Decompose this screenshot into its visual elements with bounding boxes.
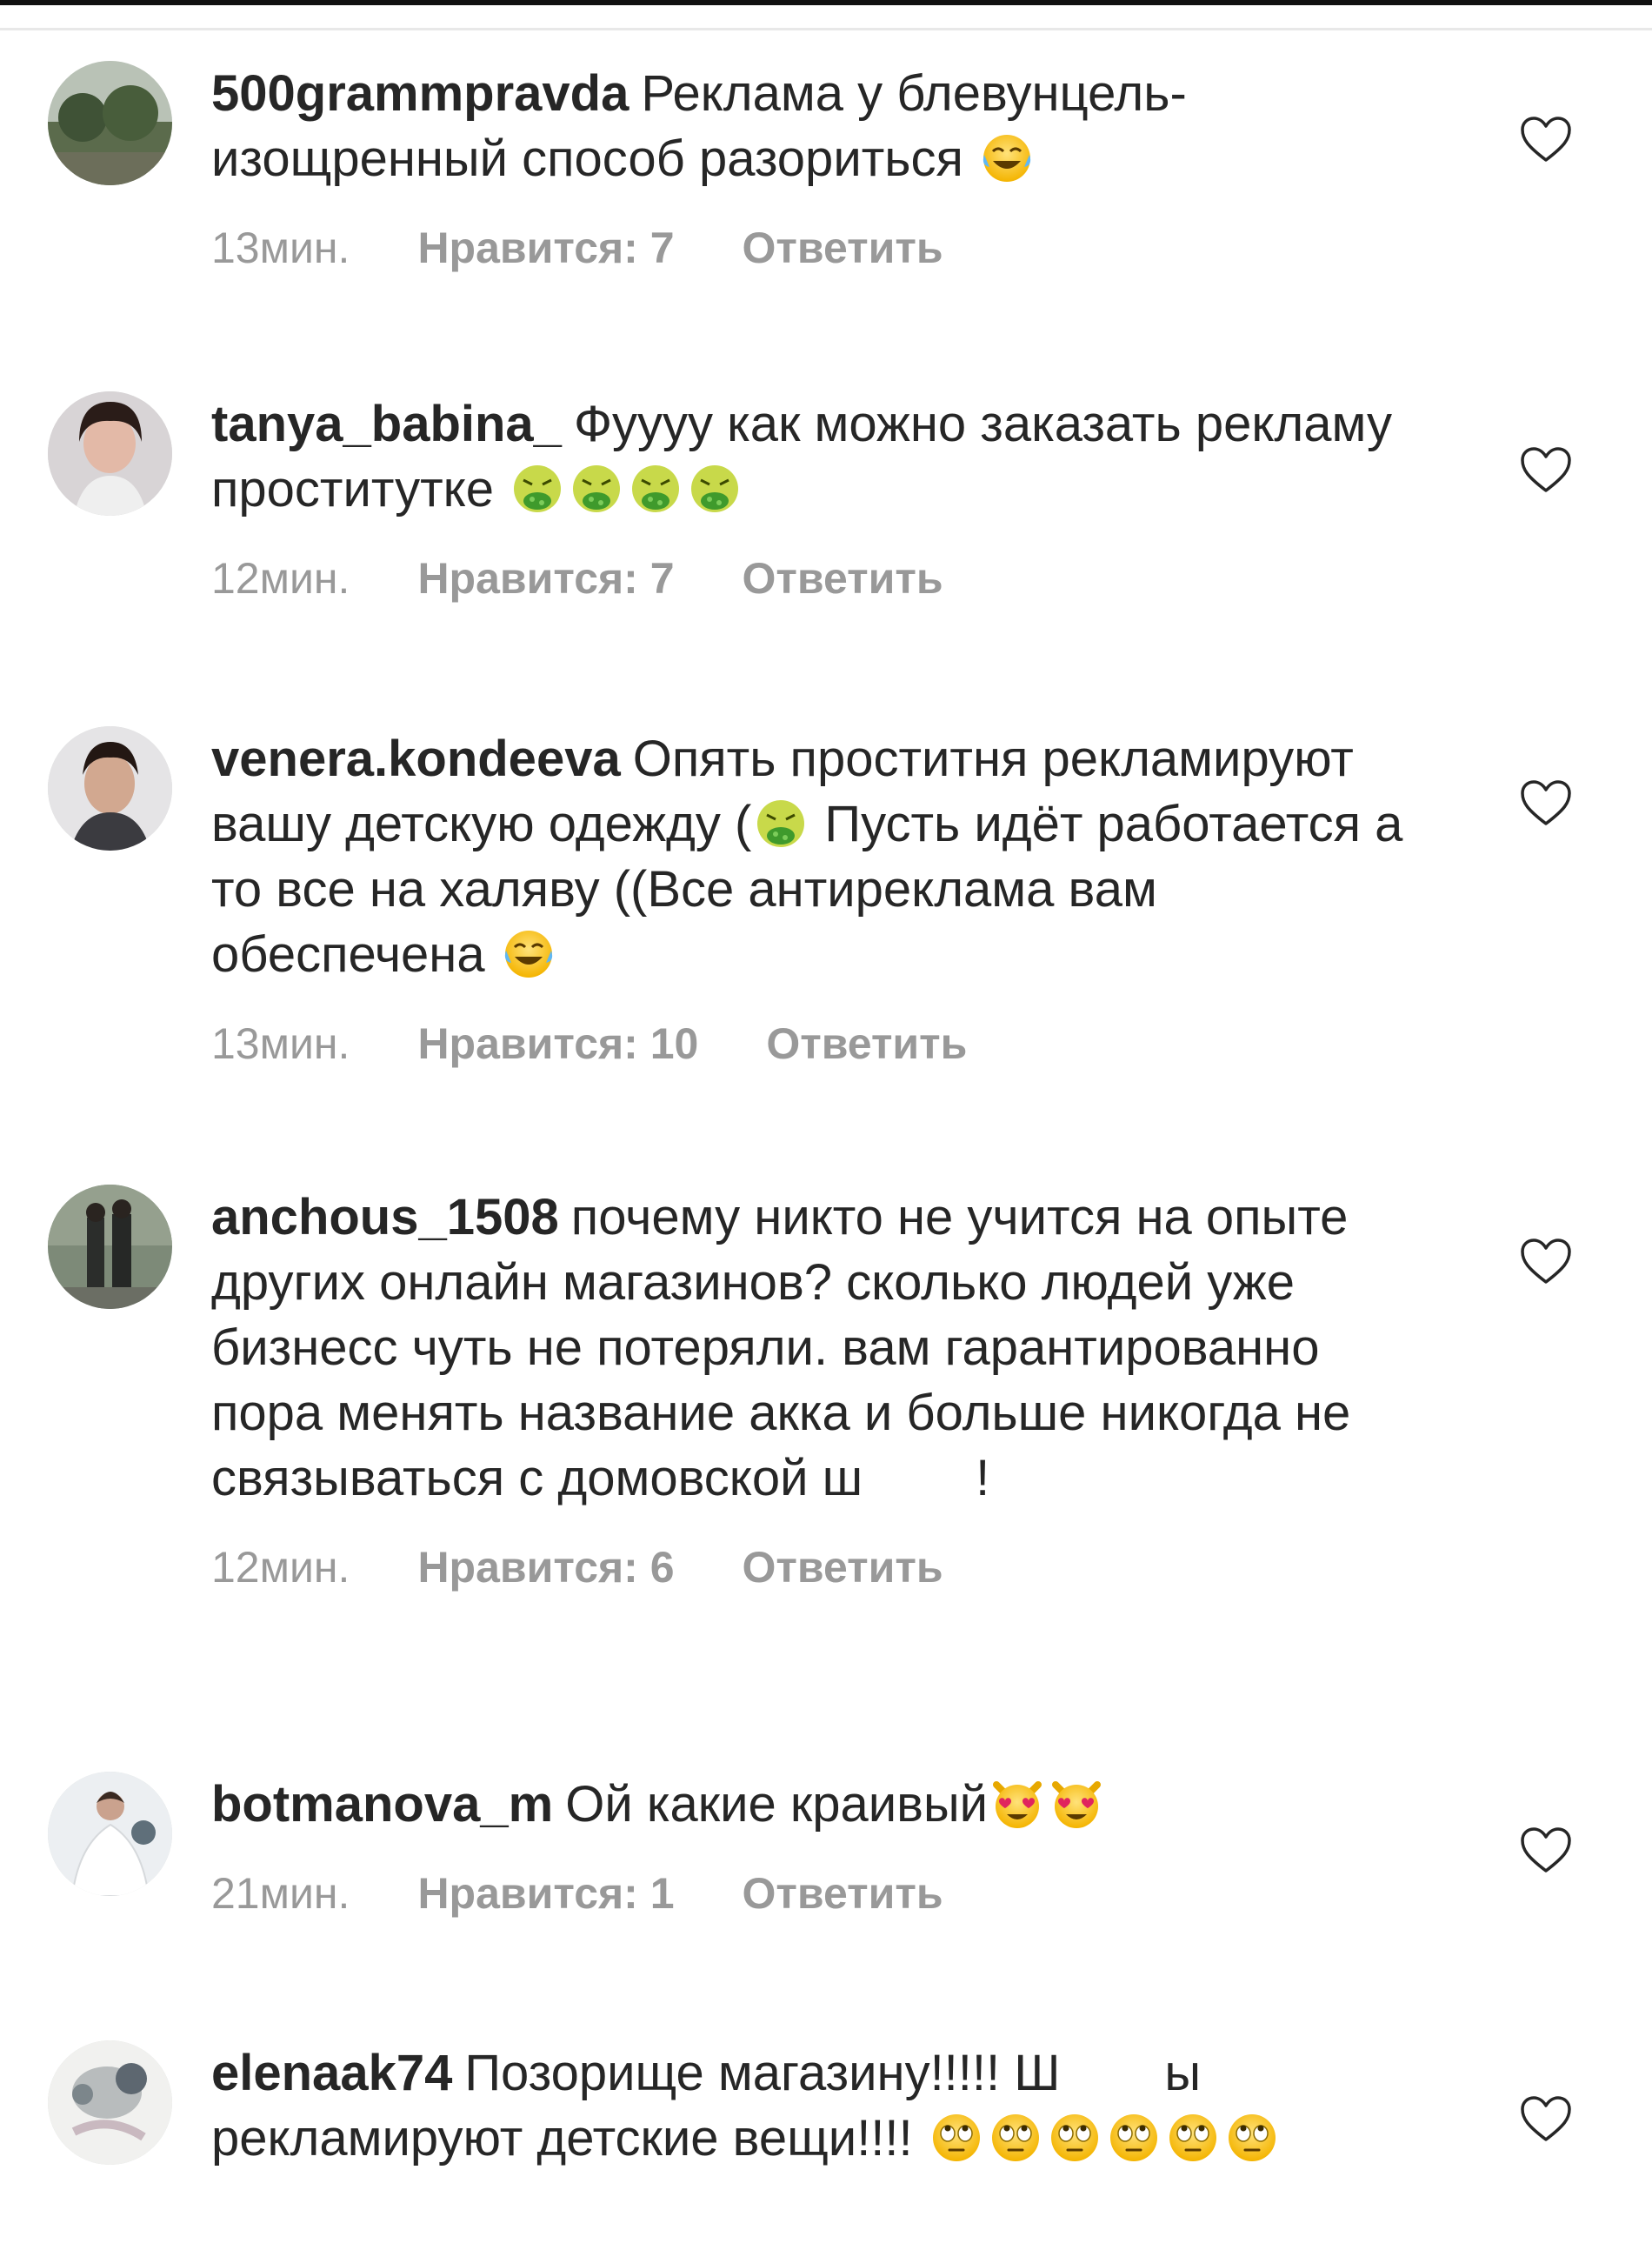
comment-text: elenaak74 Позорище магазину!!!!! Шы рекла… <box>211 2040 1420 2171</box>
comment-body: tanya_babina_ Фуууу как можно заказать ре… <box>211 391 1420 604</box>
likes-count[interactable]: Нравится: 1 <box>417 1869 674 1918</box>
comment-time: 13мин. <box>211 1019 350 1068</box>
username-link[interactable]: anchous_1508 <box>211 1189 559 1245</box>
heart-icon[interactable] <box>1519 1237 1573 1285</box>
comment-body: venera.kondeeva Опять проститня рекламиру… <box>211 726 1420 1069</box>
avatar[interactable] <box>48 391 172 516</box>
heart-icon[interactable] <box>1519 115 1573 164</box>
heart-icon[interactable] <box>1519 1826 1573 1874</box>
nauseated-face-icon <box>629 463 682 515</box>
comment-time: 21мин. <box>211 1869 350 1918</box>
comment-time: 12мин. <box>211 1543 350 1592</box>
reply-button[interactable]: Ответить <box>743 1869 943 1918</box>
avatar[interactable] <box>48 61 172 185</box>
likes-count[interactable]: Нравится: 7 <box>417 554 674 603</box>
nauseated-face-icon <box>689 463 741 515</box>
heart-icon[interactable] <box>1519 445 1573 494</box>
comment-meta: 13мин. Нравится: 7 Ответить <box>211 223 1420 273</box>
comment-time: 13мин. <box>211 224 350 272</box>
nauseated-face-icon <box>755 798 807 850</box>
face-with-rolling-eyes-icon <box>1108 2112 1160 2164</box>
top-divider <box>0 0 1652 30</box>
likes-count[interactable]: Нравится: 6 <box>417 1543 674 1592</box>
face-with-rolling-eyes-icon <box>1226 2112 1278 2164</box>
comment-text: botmanova_m Ой какие краивый <box>211 1772 1420 1837</box>
comment-body: elenaak74 Позорище магазину!!!!! Шы рекла… <box>211 2040 1420 2171</box>
reply-button[interactable]: Ответить <box>743 1543 943 1592</box>
censored-block <box>1060 2057 1165 2096</box>
face-with-rolling-eyes-icon <box>1049 2112 1101 2164</box>
face-with-rolling-eyes-icon <box>989 2112 1042 2164</box>
comment-text: tanya_babina_ Фуууу как можно заказать ре… <box>211 391 1420 522</box>
comment-body: 500grammpravda Реклама у блевунцель- изощ… <box>211 61 1420 273</box>
username-link[interactable]: tanya_babina_ <box>211 396 562 452</box>
username-link[interactable]: venera.kondeeva <box>211 731 621 787</box>
reply-button[interactable]: Ответить <box>743 224 943 272</box>
likes-count[interactable]: Нравится: 10 <box>417 1019 698 1068</box>
nauseated-face-icon <box>570 463 623 515</box>
avatar[interactable] <box>48 2040 172 2165</box>
comment-message: Позорище магазину!!!!! Ш <box>464 2045 1061 2101</box>
comment-text: anchous_1508 почему никто не учится на оп… <box>211 1185 1420 1511</box>
censored-block <box>863 1462 976 1501</box>
face-with-tears-of-joy-icon <box>981 132 1033 184</box>
nauseated-face-icon <box>511 463 563 515</box>
avatar[interactable] <box>48 726 172 851</box>
avatar[interactable] <box>48 1772 172 1896</box>
comment-text: venera.kondeeva Опять проститня рекламиру… <box>211 726 1420 987</box>
reply-button[interactable]: Ответить <box>743 554 943 603</box>
face-with-tears-of-joy-icon <box>503 928 555 980</box>
likes-count[interactable]: Нравится: 7 <box>417 224 674 272</box>
comment-text: 500grammpravda Реклама у блевунцель- изощ… <box>211 61 1420 191</box>
face-with-rolling-eyes-icon <box>1167 2112 1219 2164</box>
face-with-rolling-eyes-icon <box>930 2112 983 2164</box>
heart-icon[interactable] <box>1519 778 1573 827</box>
heart-icon[interactable] <box>1519 2094 1573 2143</box>
username-link[interactable]: elenaak74 <box>211 2045 452 2101</box>
smiling-cat-heart-eyes-icon <box>1050 1778 1102 1830</box>
comment-meta: 21мин. Нравится: 1 Ответить <box>211 1868 1420 1919</box>
avatar[interactable] <box>48 1185 172 1309</box>
comment-meta: 12мин. Нравится: 6 Ответить <box>211 1542 1420 1592</box>
reply-button[interactable]: Ответить <box>766 1019 967 1068</box>
comment-time: 12мин. <box>211 554 350 603</box>
comment-message-end: ! <box>976 1450 990 1506</box>
comment-meta: 13мин. Нравится: 10 Ответить <box>211 1018 1420 1069</box>
username-link[interactable]: botmanova_m <box>211 1776 553 1833</box>
comment-body: anchous_1508 почему никто не учится на оп… <box>211 1185 1420 1592</box>
comment-message: Ой какие краивый <box>565 1776 989 1833</box>
smiling-cat-heart-eyes-icon <box>991 1778 1043 1830</box>
comment-body: botmanova_m Ой какие краивый 21мин. Нравит… <box>211 1772 1420 1919</box>
username-link[interactable]: 500grammpravda <box>211 65 629 122</box>
comment-meta: 12мин. Нравится: 7 Ответить <box>211 553 1420 604</box>
